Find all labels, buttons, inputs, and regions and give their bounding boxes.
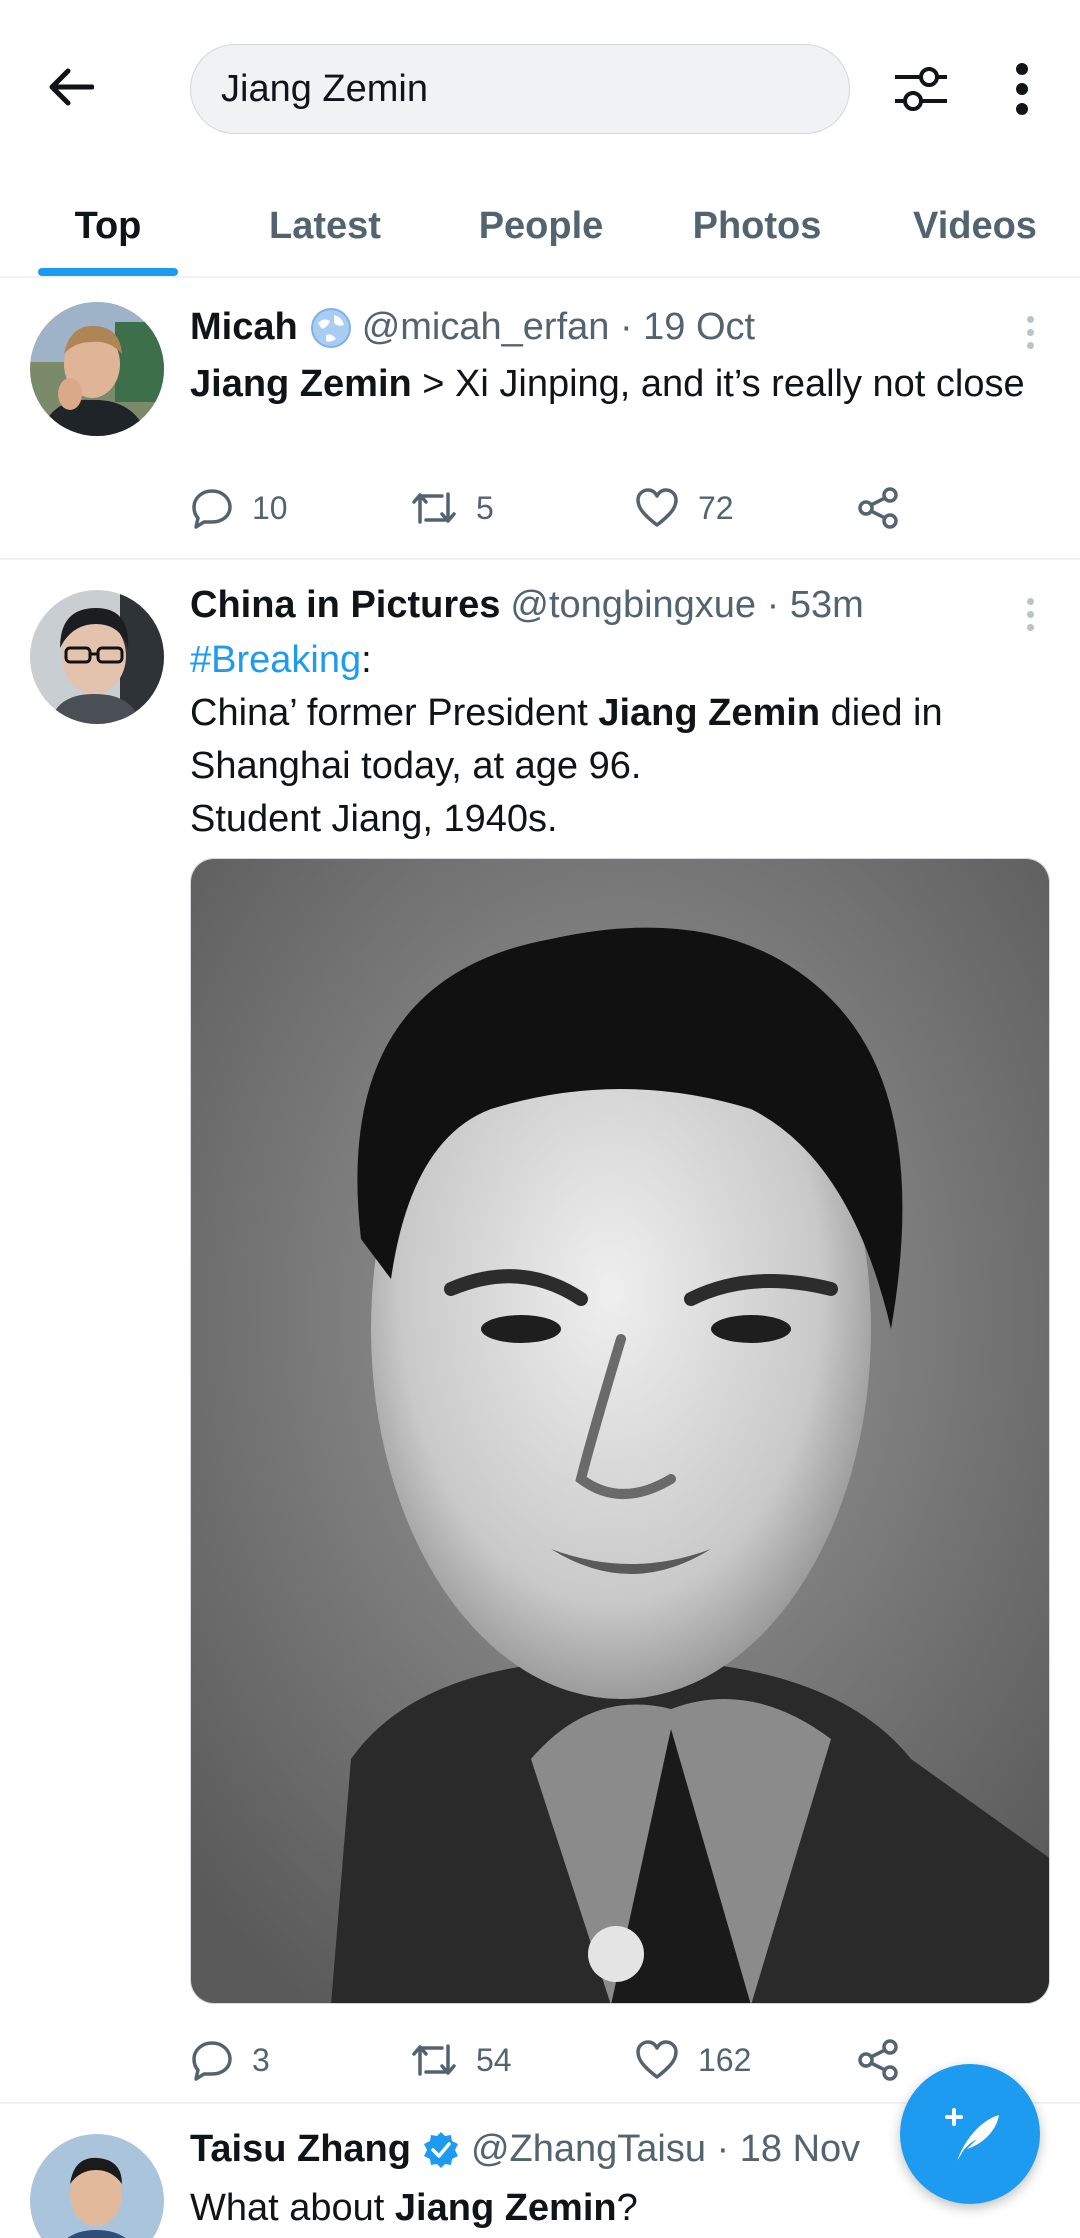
tab-latest[interactable]: Latest <box>250 176 400 276</box>
highlight-text: Jiang Zemin <box>190 363 412 405</box>
handle-and-time[interactable]: @ZhangTaisu · 18 Nov <box>471 2128 860 2171</box>
search-input[interactable]: Jiang Zemin <box>190 44 850 134</box>
highlight-text: Jiang Zemin <box>394 2187 617 2229</box>
tweet-text-part: ? <box>616 2187 638 2229</box>
retweet-button[interactable]: 54 <box>410 2030 512 2090</box>
tab-top[interactable]: Top <box>38 176 178 276</box>
active-tab-indicator <box>38 268 178 276</box>
avatar[interactable] <box>30 302 164 436</box>
tweet-text: Jiang Zemin > Xi Jinping, and it’s reall… <box>190 358 1050 411</box>
hashtag-colon: : <box>361 639 372 681</box>
retweet-count: 54 <box>476 2041 512 2078</box>
tab-people[interactable]: People <box>466 176 616 276</box>
globe-emoji-icon <box>310 307 351 348</box>
tweet-header: Micah @micah_erfan · 19 Oct <box>190 306 755 349</box>
search-query: Jiang Zemin <box>221 67 428 110</box>
author-name[interactable]: Micah <box>190 306 298 349</box>
reply-icon <box>192 489 232 529</box>
retweet-count: 5 <box>476 489 494 526</box>
sliders-icon <box>895 67 947 111</box>
tweet-text: What about Jiang Zemin? <box>190 2182 1050 2235</box>
more-dot-icon <box>1026 597 1034 605</box>
compose-tweet-button[interactable] <box>900 2064 1040 2204</box>
top-bar: Jiang Zemin <box>0 0 1080 176</box>
reply-count: 10 <box>252 489 288 526</box>
tweet-card[interactable]: Micah @micah_erfan · 19 Oct Jiang Zemin … <box>0 278 1080 560</box>
more-vertical-icon <box>1016 63 1028 115</box>
share-button[interactable] <box>856 478 900 538</box>
retweet-button[interactable]: 5 <box>410 478 494 538</box>
search-filter-button[interactable] <box>884 52 958 126</box>
handle-and-time[interactable]: @tongbingxue · 53m <box>510 584 863 627</box>
heart-icon <box>636 2040 678 2079</box>
tab-videos[interactable]: Videos <box>900 176 1050 276</box>
like-count: 162 <box>698 2041 752 2078</box>
reply-icon <box>192 2041 232 2081</box>
back-button[interactable] <box>36 52 106 122</box>
highlight-text: Jiang Zemin <box>598 692 821 734</box>
avatar[interactable] <box>30 2134 164 2238</box>
tab-photos[interactable]: Photos <box>682 176 832 276</box>
avatar[interactable] <box>30 590 164 724</box>
hashtag-link[interactable]: #Breaking <box>190 639 361 681</box>
arrow-left-icon <box>49 68 94 106</box>
tweet-actions: 10 5 72 <box>190 478 1010 538</box>
tweet-text-part: China’ former President <box>190 692 599 734</box>
heart-icon <box>636 488 678 527</box>
like-button[interactable]: 162 <box>634 2030 751 2090</box>
tweet-text-part: Student Jiang, 1940s. <box>190 798 558 840</box>
share-button[interactable] <box>856 2030 900 2090</box>
tweet-header: China in Pictures @tongbingxue · 53m <box>190 584 864 627</box>
more-options-button[interactable] <box>992 52 1052 126</box>
reply-button[interactable]: 3 <box>190 2030 270 2090</box>
tweet-photo[interactable] <box>190 858 1050 2004</box>
search-tabs: Top Latest People Photos Videos <box>0 176 1080 278</box>
verified-badge-icon <box>423 2131 458 2168</box>
retweet-icon <box>412 2044 456 2076</box>
tweet-header: Taisu Zhang @ZhangTaisu · 18 Nov <box>190 2128 860 2171</box>
tweet-text: #Breaking: China’ former President Jiang… <box>190 634 1050 846</box>
more-dot-icon <box>1026 315 1034 323</box>
like-button[interactable]: 72 <box>634 478 734 538</box>
tweet-text-rest: > Xi Jinping, and it’s really not close <box>411 363 1025 405</box>
reply-count: 3 <box>252 2041 270 2078</box>
handle-and-time[interactable]: @micah_erfan · 19 Oct <box>362 306 755 349</box>
author-name[interactable]: China in Pictures <box>190 584 500 627</box>
tweet-menu-button[interactable] <box>1012 302 1048 362</box>
portrait-image <box>191 859 1049 2003</box>
share-icon <box>858 2039 898 2081</box>
like-count: 72 <box>698 489 734 526</box>
tweet-text-part: What about <box>190 2187 395 2229</box>
tweet-actions: 3 54 162 <box>190 2030 1010 2090</box>
reply-button[interactable]: 10 <box>190 478 288 538</box>
compose-feather-icon <box>945 2108 999 2161</box>
author-name[interactable]: Taisu Zhang <box>190 2128 411 2171</box>
share-icon <box>858 487 898 529</box>
retweet-icon <box>412 492 456 524</box>
tweet-card[interactable]: China in Pictures @tongbingxue · 53m #Br… <box>0 560 1080 2104</box>
